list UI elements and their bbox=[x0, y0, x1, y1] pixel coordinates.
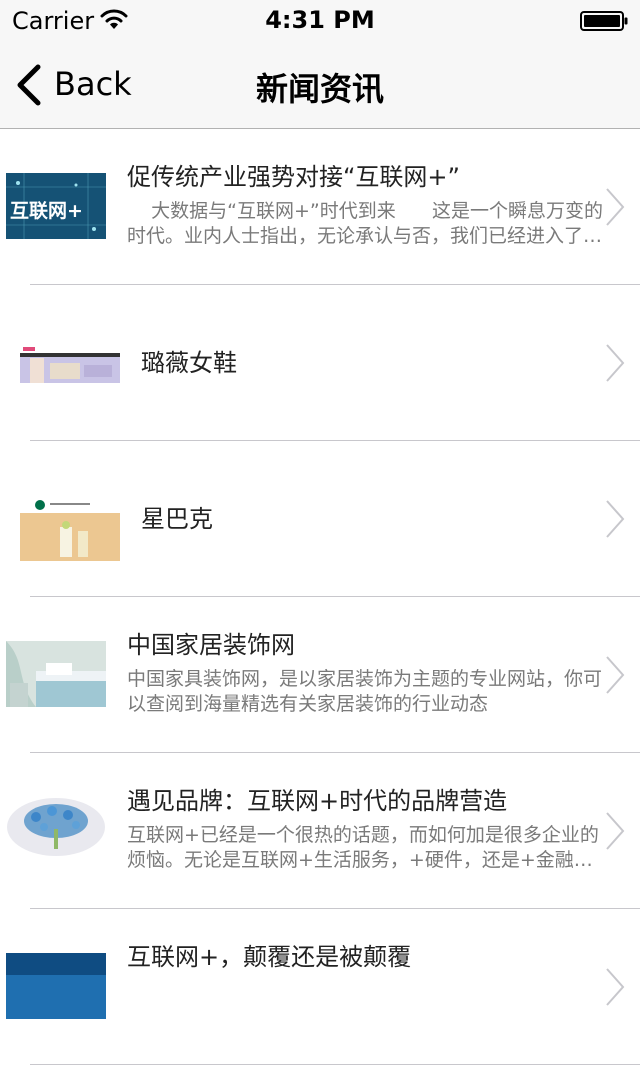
news-list: 互联网+ 促传统产业强势对接“互联网+” 大数据与“互联网+”时代到来 这是一个… bbox=[0, 129, 640, 1065]
news-title: 促传统产业强势对接“互联网+” bbox=[127, 163, 460, 191]
chevron-right-icon bbox=[606, 656, 625, 694]
thumbnail-text: 互联网+ bbox=[10, 200, 83, 222]
chevron-right-icon bbox=[606, 968, 625, 1006]
page-title: 新闻资讯 bbox=[255, 70, 384, 108]
chevron-right-icon bbox=[606, 344, 625, 382]
news-description: 大数据与“互联网+”时代到来 这是一个瞬息万变的时代。业内人士指出，无论承认与否… bbox=[127, 200, 604, 247]
chevron-right-icon bbox=[606, 500, 625, 538]
thumbnail-shoe-store bbox=[20, 343, 120, 389]
chevron-right-icon bbox=[606, 188, 625, 226]
news-title: 璐薇女鞋 bbox=[141, 349, 237, 377]
list-item[interactable]: 璐薇女鞋 bbox=[0, 285, 640, 441]
thumbnail-starbucks bbox=[20, 499, 120, 561]
status-bar: Carrier 4:31 PM bbox=[0, 0, 640, 40]
thumbnail-internet-plus: 互联网+ bbox=[6, 173, 106, 239]
news-description: 中国家具装饰网，是以家居装饰为主题的专业网站，你可以查阅到海量精选有关家居装饰的… bbox=[127, 668, 603, 715]
news-title: 星巴克 bbox=[141, 505, 213, 533]
news-description: 互联网+已经是一个很热的话题，而如何加是很多企业的烦恼。无论是互联网+生活服务，… bbox=[127, 824, 599, 871]
list-item[interactable]: 遇见品牌：互联网+时代的品牌营造 互联网+已经是一个很热的话题，而如何加是很多企… bbox=[0, 753, 640, 909]
list-item[interactable]: 互联网+ 促传统产业强势对接“互联网+” 大数据与“互联网+”时代到来 这是一个… bbox=[0, 129, 640, 285]
news-title: 互联网+，颠覆还是被颠覆 bbox=[127, 943, 412, 971]
chevron-right-icon bbox=[606, 812, 625, 850]
thumbnail-brand-tree bbox=[6, 797, 106, 857]
list-item[interactable]: 星巴克 bbox=[0, 441, 640, 597]
thumbnail-bedroom bbox=[6, 641, 106, 707]
news-title: 中国家居装饰网 bbox=[127, 631, 295, 659]
thumbnail-internet-plus-disrupt bbox=[6, 953, 106, 1019]
battery-icon bbox=[580, 11, 628, 31]
list-item[interactable]: 互联网+，颠覆还是被颠覆 bbox=[0, 909, 640, 1065]
clock: 4:31 PM bbox=[265, 6, 375, 34]
navigation-bar: Back 新闻资讯 bbox=[0, 40, 640, 129]
list-item[interactable]: 中国家居装饰网 中国家具装饰网，是以家居装饰为主题的专业网站，你可以查阅到海量精… bbox=[0, 597, 640, 753]
news-title: 遇见品牌：互联网+时代的品牌营造 bbox=[127, 787, 508, 815]
